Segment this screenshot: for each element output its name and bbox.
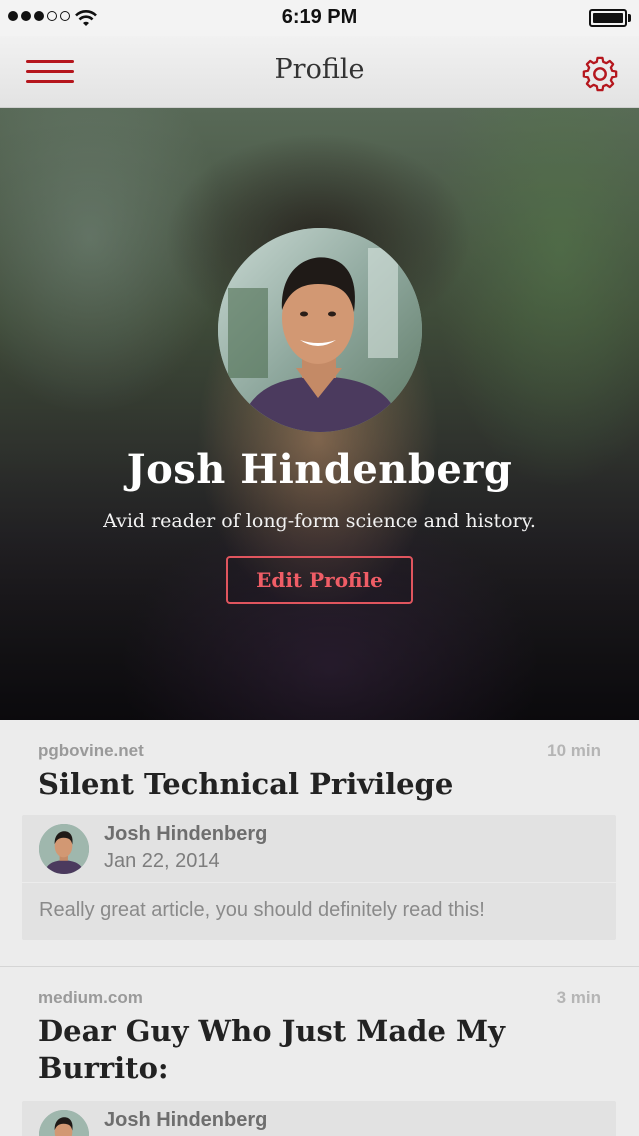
feed-item[interactable]: medium.com 3 min Dear Guy Who Just Made … [0,967,639,1136]
avatar[interactable] [39,1110,89,1136]
comment-text: Really great article, you should definit… [39,899,485,921]
feed-item[interactable]: pgbovine.net 10 min Silent Technical Pri… [0,720,639,966]
avatar-photo [218,228,422,432]
comment-card[interactable]: Josh Hindenberg [22,1101,616,1136]
avatar[interactable] [218,228,422,432]
profile-bio: Avid reader of long-form science and his… [103,510,536,532]
article-source: medium.com [38,988,143,1007]
edit-profile-button[interactable]: Edit Profile [226,556,413,604]
profile-name: Josh Hindenberg [126,446,513,493]
article-title[interactable]: Silent Technical Privilege [38,766,598,803]
article-title[interactable]: Dear Guy Who Just Made My Burrito: [38,1013,598,1087]
status-bar: 6:19 PM [0,0,639,36]
status-time: 6:19 PM [281,6,358,28]
comment-date: Jan 22, 2014 [104,850,220,872]
navigation-bar: Profile [0,36,639,108]
avatar[interactable] [39,824,89,874]
gear-icon[interactable] [581,55,619,93]
comment-card[interactable]: Josh Hindenberg Jan 22, 2014 Really grea… [22,815,616,940]
read-time: 3 min [556,988,601,1007]
battery-icon [589,9,631,27]
article-title-line: Dear Guy Who Just Made My [38,1014,505,1048]
article-source: pgbovine.net [38,741,144,760]
comment-author: Josh Hindenberg [104,1109,268,1131]
article-title-line: Burrito: [38,1051,169,1085]
profile-header: Josh Hindenberg Avid reader of long-form… [0,108,639,720]
profile-screen: 6:19 PM Profile Josh Hindenberg Avid rea… [0,0,639,1136]
page-title: Profile [274,54,365,85]
read-time: 10 min [547,741,601,760]
comment-author: Josh Hindenberg [104,823,268,845]
